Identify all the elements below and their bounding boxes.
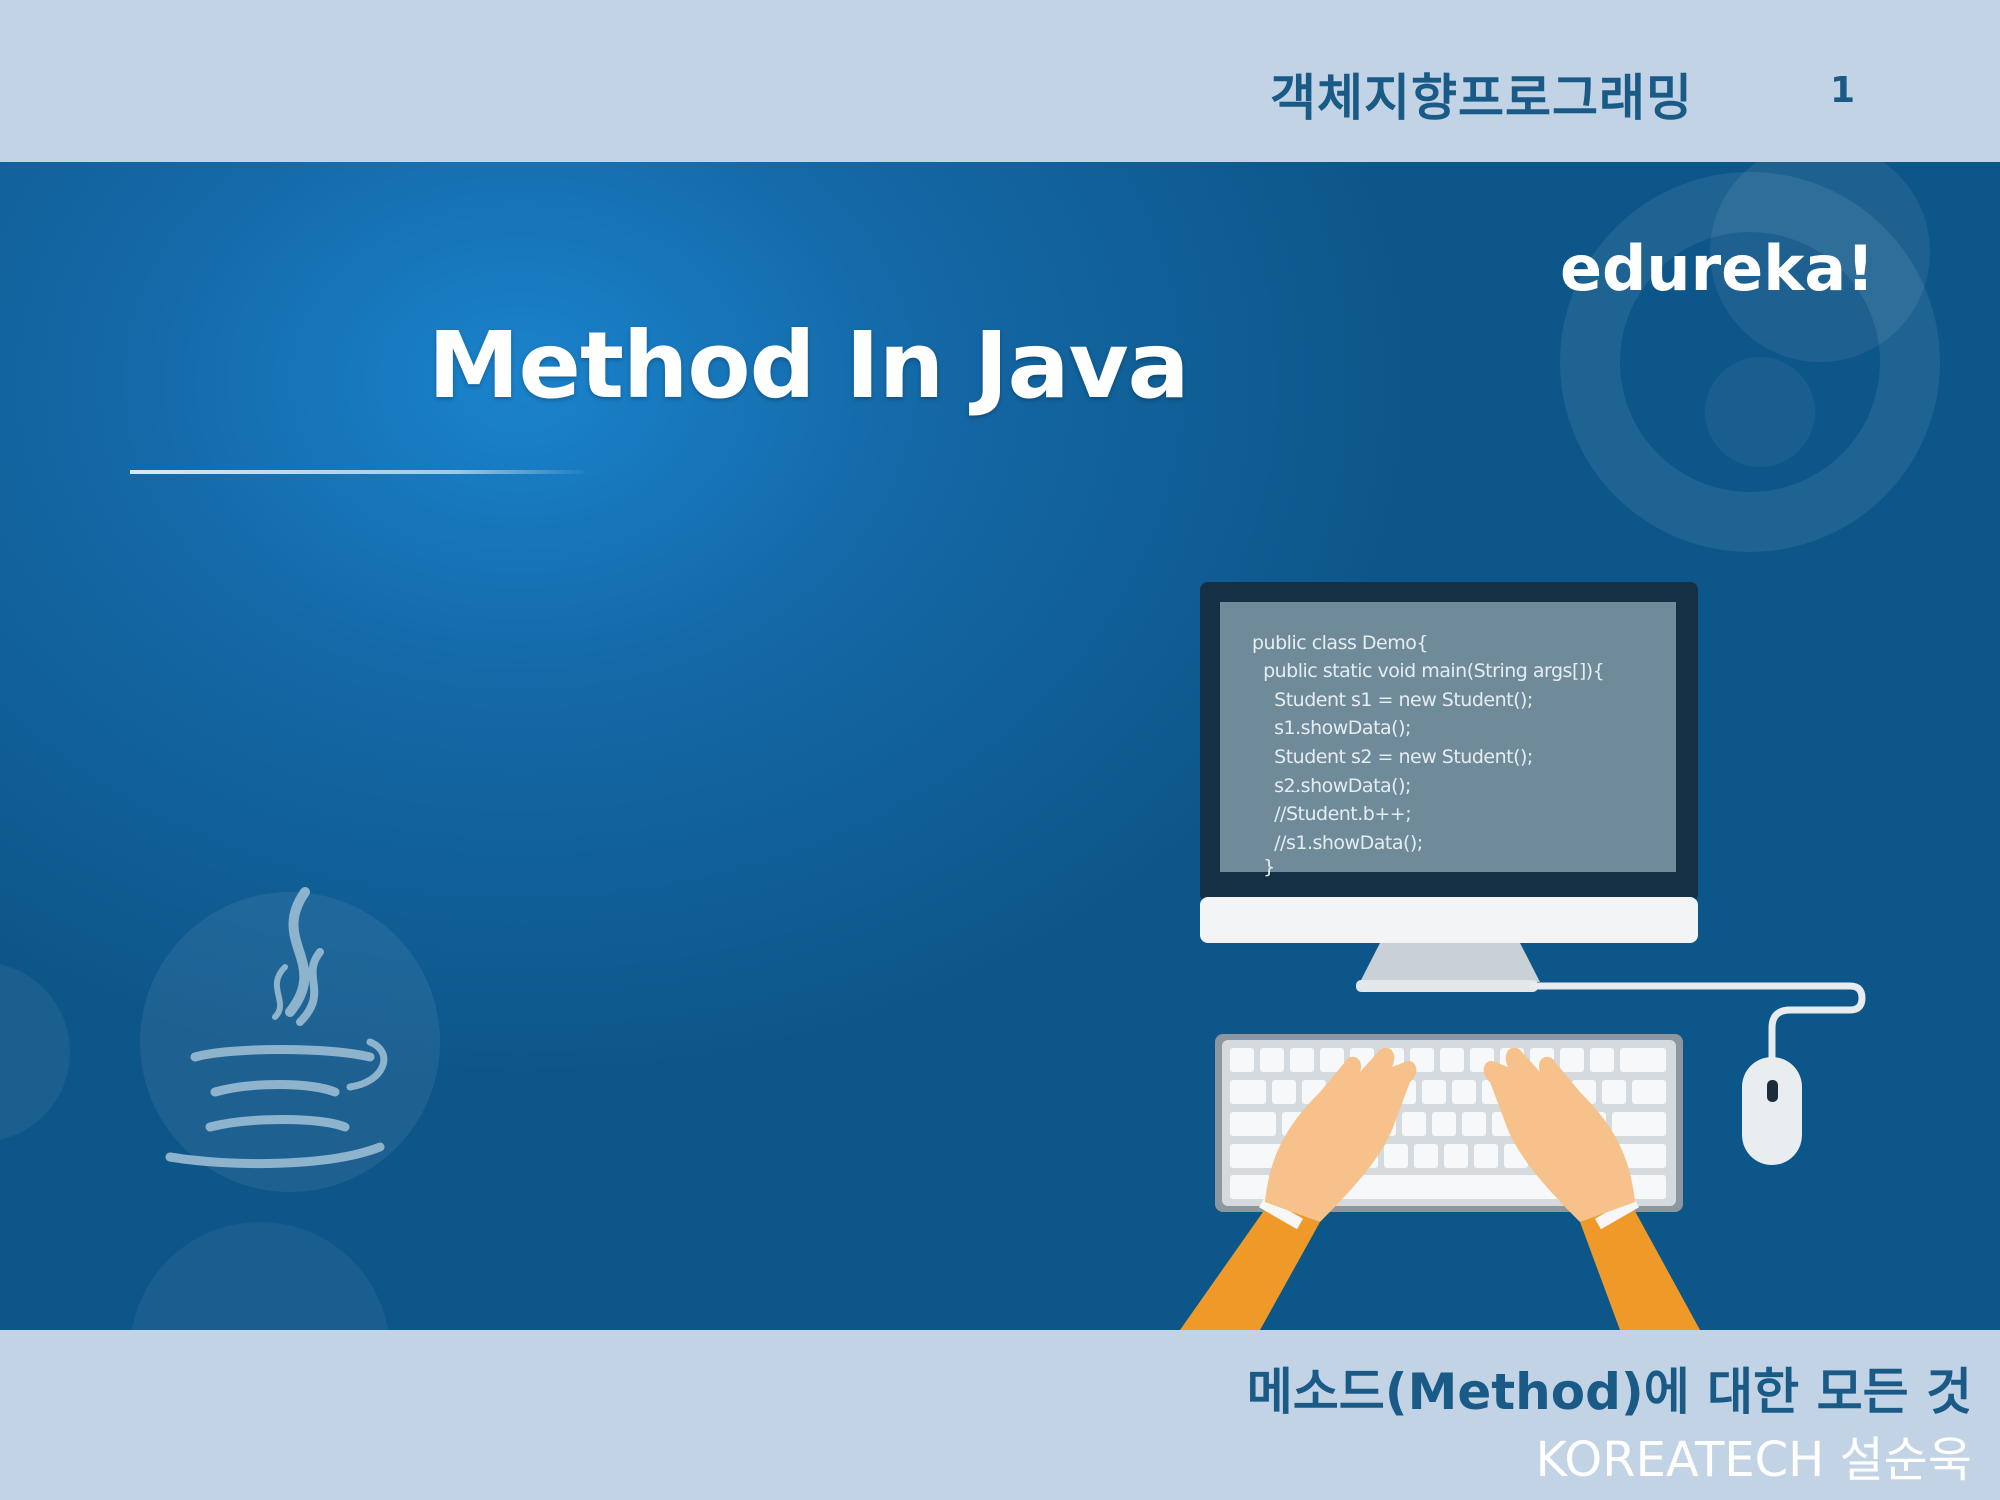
code-line: Student s2 = new Student(); bbox=[1252, 746, 1533, 768]
slide-banner-image: Method In Java edureka! public class Dem… bbox=[0, 162, 2000, 1330]
mouse-icon bbox=[1742, 1057, 1802, 1165]
code-line: Student s1 = new Student(); bbox=[1252, 689, 1533, 711]
slide-subtitle: 메소드(Method)에 대한 모든 것 bbox=[1246, 1363, 1972, 1421]
header-band bbox=[0, 0, 2000, 162]
code-line: s1.showData(); bbox=[1252, 717, 1411, 739]
page-number: 1 bbox=[1830, 70, 1856, 111]
code-line: public static void main(String args[]){ bbox=[1252, 660, 1605, 682]
edureka-logo: edureka! bbox=[1560, 232, 1875, 305]
code-line: s2.showData(); bbox=[1252, 775, 1411, 797]
code-line: } bbox=[1252, 856, 1275, 878]
code-line: //s1.showData(); bbox=[1252, 832, 1423, 854]
code-line: public class Demo{ bbox=[1252, 632, 1428, 654]
title-underline bbox=[130, 470, 590, 474]
course-title: 객체지향프로그래밍 bbox=[1270, 69, 1693, 127]
code-screen: public class Demo{ public static void ma… bbox=[1220, 602, 1676, 878]
banner-title: Method In Java bbox=[428, 312, 1190, 419]
code-line: //Student.b++; bbox=[1252, 803, 1412, 825]
author-line: KOREATECH 설순욱 bbox=[1535, 1432, 1972, 1488]
